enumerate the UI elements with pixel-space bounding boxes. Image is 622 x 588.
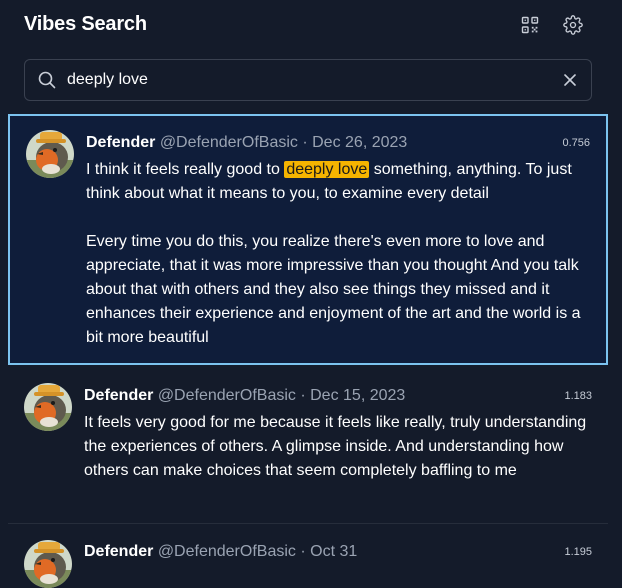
- meta-separator: ·: [300, 387, 306, 404]
- similarity-score: 1.195: [564, 546, 592, 558]
- meta-separator: ·: [300, 543, 306, 560]
- tweet-meta: Defender @DefenderOfBasic · Oct 31: [84, 543, 357, 561]
- tweet-meta: Defender @DefenderOfBasic · Dec 15, 2023: [84, 387, 405, 405]
- avatar[interactable]: [26, 130, 74, 178]
- similarity-score: 1.183: [564, 390, 592, 402]
- robin-avatar-icon: [24, 540, 72, 588]
- tweet-paragraph: I think it feels really good to deeply l…: [86, 158, 598, 206]
- author-name[interactable]: Defender: [86, 134, 155, 151]
- settings-button[interactable]: [562, 14, 584, 36]
- meta-separator: ·: [302, 134, 308, 151]
- result-card[interactable]: Defender @DefenderOfBasic · Oct 31 1.195: [8, 525, 608, 588]
- robin-avatar-icon: [26, 130, 74, 178]
- author-handle[interactable]: @DefenderOfBasic: [160, 134, 298, 151]
- result-divider: [8, 523, 608, 524]
- search-input[interactable]: [65, 61, 545, 99]
- clear-search-icon[interactable]: [561, 71, 579, 89]
- author-handle[interactable]: @DefenderOfBasic: [158, 387, 296, 404]
- avatar[interactable]: [24, 383, 72, 431]
- avatar[interactable]: [24, 540, 72, 588]
- author-name[interactable]: Defender: [84, 387, 153, 404]
- result-card[interactable]: Defender @DefenderOfBasic · Dec 15, 2023…: [8, 367, 608, 524]
- tweet-text: I think it feels really good to deeply l…: [86, 158, 598, 350]
- search-icon: [38, 71, 56, 89]
- tweet-meta: Defender @DefenderOfBasic · Dec 26, 2023: [86, 134, 407, 152]
- result-card[interactable]: Defender @DefenderOfBasic · Dec 26, 2023…: [8, 114, 608, 365]
- app-header: Vibes Search: [0, 0, 622, 52]
- author-name[interactable]: Defender: [84, 543, 153, 560]
- tweet-date[interactable]: Oct 31: [310, 543, 357, 560]
- qr-code-button[interactable]: [519, 14, 541, 36]
- qr-code-icon: [521, 16, 539, 34]
- tweet-date[interactable]: Dec 26, 2023: [312, 134, 407, 151]
- tweet-date[interactable]: Dec 15, 2023: [310, 387, 405, 404]
- search-box: [24, 59, 592, 101]
- search-highlight: deeply love: [284, 161, 370, 178]
- similarity-score: 0.756: [562, 137, 590, 149]
- app-title: Vibes Search: [24, 13, 147, 35]
- gear-icon: [563, 15, 583, 35]
- text-segment: I think it feels really good to: [86, 161, 285, 178]
- tweet-text: It feels very good for me because it fee…: [84, 414, 587, 479]
- author-handle[interactable]: @DefenderOfBasic: [158, 543, 296, 560]
- robin-avatar-icon: [24, 383, 72, 431]
- tweet-paragraph: Every time you do this, you realize ther…: [86, 233, 581, 346]
